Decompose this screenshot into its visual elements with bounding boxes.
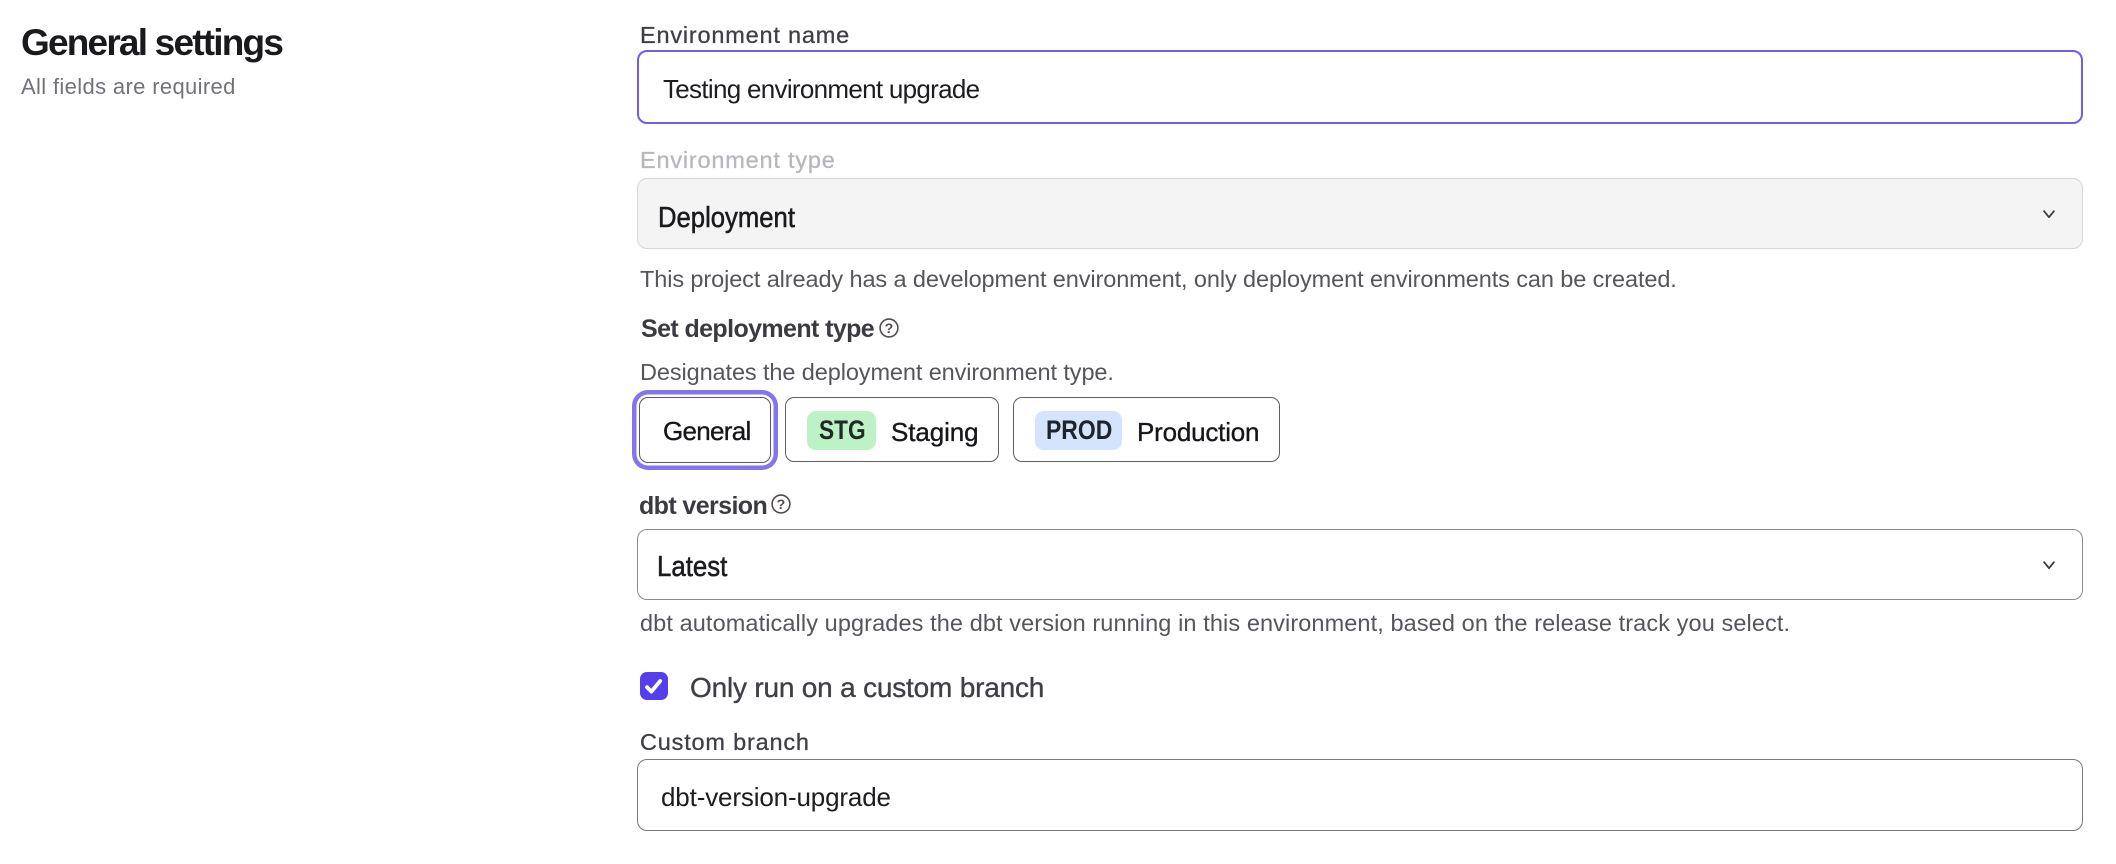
svg-text:?: ? <box>776 496 785 512</box>
svg-text:?: ? <box>885 320 894 336</box>
